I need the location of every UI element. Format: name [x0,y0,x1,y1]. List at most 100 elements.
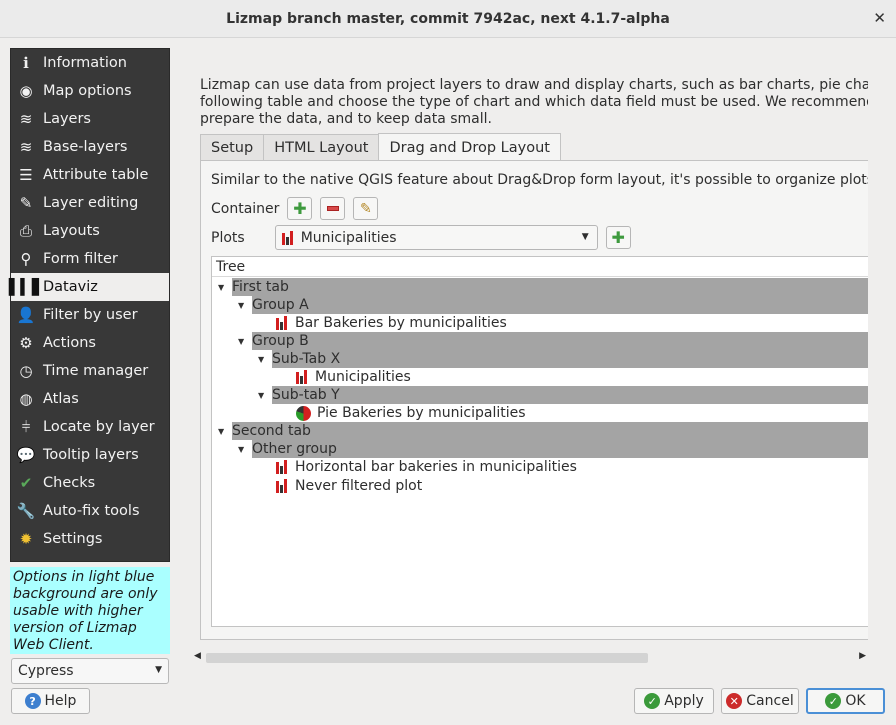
expand-toggle-icon[interactable]: ▼ [258,355,264,364]
scroll-left-icon[interactable]: ◀ [194,651,201,661]
plots-select-value: Municipalities [300,229,397,246]
sidebar-item-information[interactable]: ℹ Information [11,49,169,77]
tree-item-subtab-x[interactable]: Sub-Tab X [272,350,868,368]
sidebar-item-label: Atlas [43,391,79,407]
plots-select[interactable]: Municipalities ▼ [274,225,598,250]
expand-toggle-icon[interactable]: ▼ [238,445,244,454]
plots-label: Plots [211,229,245,246]
sidebar-item-label: Auto-fix tools [43,503,140,519]
wrench-icon: 🔧 [16,502,36,520]
sidebar-item-tooltip-layers[interactable]: 💬 Tooltip layers [11,441,169,469]
sidebar-item-base-layers[interactable]: ≋ Base-layers [11,133,169,161]
sidebar-item-locate-by-layer[interactable]: ⫩ Locate by layer [11,413,169,441]
sidebar-item-layouts[interactable]: ⎙ Layouts [11,217,169,245]
tree-item-first-tab[interactable]: First tab [232,278,868,296]
expand-toggle-icon[interactable]: ▼ [218,427,224,436]
sidebar-item-checks[interactable]: ✔ Checks [11,469,169,497]
tree-item-group-a[interactable]: Group A [252,296,868,314]
horizontal-scrollbar[interactable]: ◀ ▶ [192,650,868,665]
expand-toggle-icon[interactable]: ▼ [238,337,244,346]
sidebar-item-map-options[interactable]: ◉ Map options [11,77,169,105]
intro-line: Lizmap can use data from project layers … [200,77,868,93]
panel-description: Similar to the native QGIS feature about… [211,172,868,188]
tab-setup[interactable]: Setup [200,134,265,161]
tree-item-label: Municipalities [315,369,411,385]
expand-toggle-icon[interactable]: ▼ [218,283,224,292]
tree-item-plot[interactable]: Horizontal bar bakeries in municipalitie… [276,458,577,476]
tree-item-plot[interactable]: Pie Bakeries by municipalities [296,404,526,422]
edit-container-button[interactable]: ✎ [353,197,379,220]
container-row: Container ✚ ✎ [211,197,379,220]
close-icon[interactable]: ✕ [873,9,886,27]
scroll-right-icon[interactable]: ▶ [859,651,866,661]
edit-icon: ✎ [19,194,33,212]
theme-select-value: Cypress [18,663,74,679]
expand-toggle-icon[interactable]: ▼ [258,391,264,400]
tree-item-second-tab[interactable]: Second tab [232,422,868,440]
sidebar-item-layers[interactable]: ≋ Layers [11,105,169,133]
sidebar-item-time-manager[interactable]: ◷ Time manager [11,357,169,385]
bar-chart-icon [281,230,296,245]
tab-drag-and-drop-layout[interactable]: Drag and Drop Layout [378,133,561,161]
sidebar-item-label: Form filter [43,251,118,267]
search-icon: ⚲ [20,250,32,268]
container-label: Container [211,200,280,217]
tree-item-plot[interactable]: Municipalities [296,368,411,386]
tree-item-plot[interactable]: Bar Bakeries by municipalities [276,314,507,332]
tab-bar: Setup HTML Layout Drag and Drop Layout [200,133,561,161]
sidebar-item-dataviz[interactable]: ▌▍▋ Dataviz [8,273,169,301]
apply-button-label: Apply [664,693,704,709]
help-button[interactable]: ? Help [11,688,90,714]
printer-icon: ⎙ [19,222,32,240]
tree-item-subtab-y[interactable]: Sub-tab Y [272,386,868,404]
cancel-button[interactable]: ✕ Cancel [721,688,799,714]
cancel-button-label: Cancel [746,693,794,709]
plus-icon: ✚ [611,228,625,247]
check-icon: ✓ [644,693,661,709]
sidebar-item-label: Layer editing [43,195,139,211]
tree-item-plot[interactable]: Never filtered plot [276,477,422,495]
sidebar-item-label: Layouts [43,223,100,239]
chevron-down-icon: ▼ [155,665,162,675]
tab-html-layout[interactable]: HTML Layout [263,134,380,161]
layout-tree[interactable]: Tree First tab ▼ Group A ▼ Bar Bakeries … [211,256,868,627]
sun-gear-icon: ✹ [19,530,33,548]
minus-icon [326,206,339,211]
sidebar-item-label: Map options [43,83,132,99]
sidebar-item-form-filter[interactable]: ⚲ Form filter [11,245,169,273]
sidebar-item-layer-editing[interactable]: ✎ Layer editing [11,189,169,217]
sidebar-item-label: Time manager [43,363,149,379]
tree-item-label: Sub-Tab X [272,351,341,367]
sidebar-item-atlas[interactable]: ◍ Atlas [11,385,169,413]
sidebar-item-auto-fix-tools[interactable]: 🔧 Auto-fix tools [11,497,169,525]
intro-text: Lizmap can use data from project layers … [200,77,868,129]
tree-item-other-group[interactable]: Other group [252,440,868,458]
sidebar-item-actions[interactable]: ⚙ Actions [11,329,169,357]
pie-chart-icon [296,405,311,421]
sidebar-item-settings[interactable]: ✹ Settings [11,525,169,553]
help-button-label: Help [44,693,77,709]
ok-button[interactable]: ✓ OK [806,688,885,714]
globe-icon: ◍ [19,390,33,408]
sidebar-item-filter-by-user[interactable]: 👤 Filter by user [11,301,169,329]
bar-chart-icon: ▌▍▋ [8,278,44,296]
bar-chart-icon [276,316,290,330]
sidebar-item-label: Settings [43,531,103,547]
apply-button[interactable]: ✓ Apply [634,688,714,714]
ok-button-label: OK [845,693,866,709]
cancel-icon: ✕ [726,693,743,709]
remove-container-button[interactable] [320,197,346,220]
layers-icon: ≋ [19,110,33,128]
add-plot-button[interactable]: ✚ [605,226,631,249]
sidebar-item-attribute-table[interactable]: ☰ Attribute table [11,161,169,189]
expand-toggle-icon[interactable]: ▼ [238,301,244,310]
tree-item-group-b[interactable]: Group B [252,332,868,350]
add-container-button[interactable]: ✚ [287,197,313,220]
sidebar-item-label: Layers [43,111,91,127]
bar-chart-icon [276,479,290,493]
list-icon: ☰ [19,166,33,184]
theme-select[interactable]: Cypress ▼ [11,658,169,684]
tree-item-label: Bar Bakeries by municipalities [295,315,507,331]
scrollbar-thumb[interactable] [206,653,648,663]
user-icon: 👤 [16,306,36,324]
